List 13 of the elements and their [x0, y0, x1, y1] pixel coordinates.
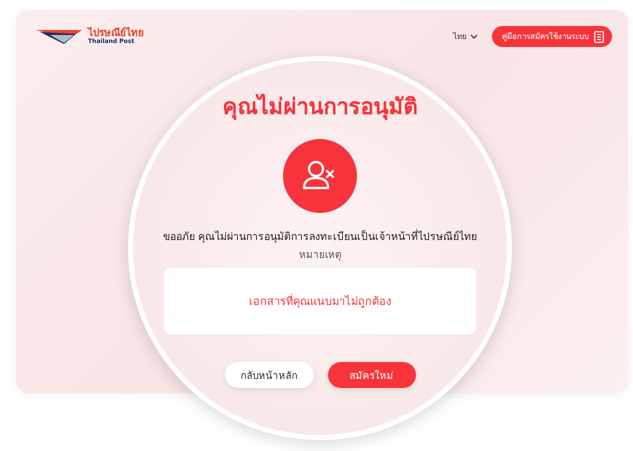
back-home-button[interactable]: กลับหน้าหลัก — [224, 362, 314, 388]
language-selector[interactable]: ไทย — [453, 30, 478, 43]
chevron-down-icon — [470, 34, 478, 40]
dialog-message: ขออภัย คุณไม่ผ่านการอนุมัติการลงทะเบียนเป็นเจ้าหน้าที่ไปรษณีย์ไทย — [162, 228, 478, 245]
logo-icon — [36, 30, 82, 44]
book-icon — [594, 30, 604, 42]
note-label: หมายเหตุ — [299, 249, 341, 262]
user-rejected-icon — [283, 139, 357, 213]
note-text: เอกสารที่คุณแนบมาไม่ถูกต้อง — [249, 292, 391, 310]
dialog-title: คุณไม่ผ่านการอนุมัติ — [222, 93, 418, 122]
manual-button[interactable]: คู่มือการสมัครใช้งานระบบ — [492, 26, 612, 47]
logo-text: ไปรษณีย์ไทย — [88, 28, 144, 38]
register-again-button[interactable]: สมัครใหม่ — [328, 362, 416, 388]
